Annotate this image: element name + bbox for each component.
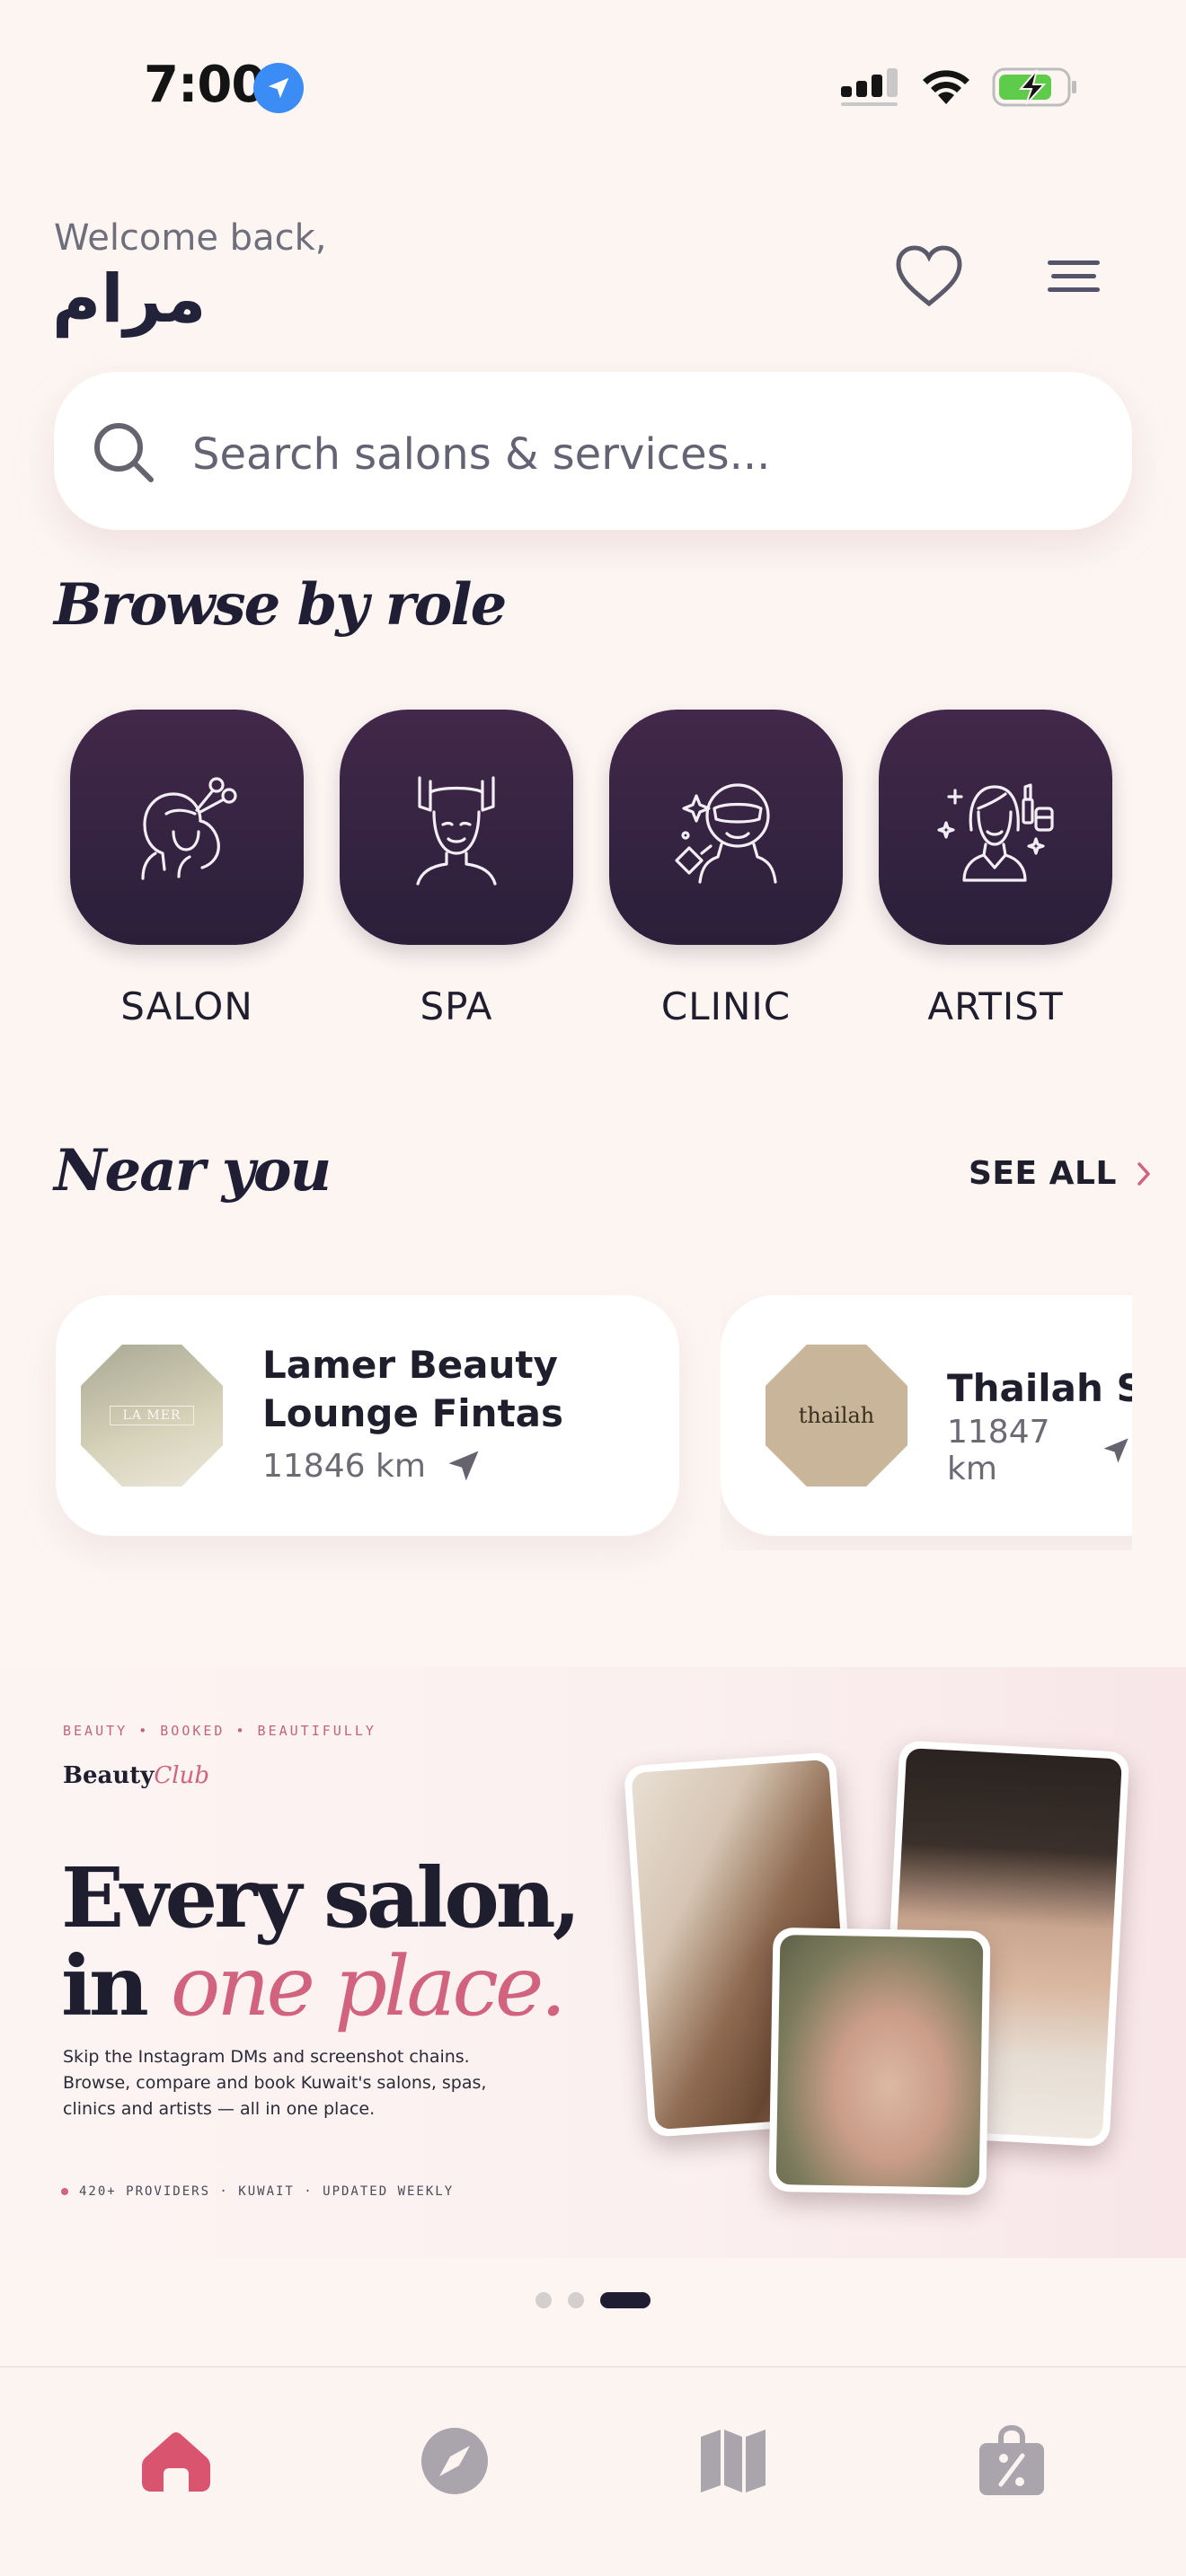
near-you-section-title: Near you	[54, 1137, 332, 1204]
logo-part-club: Club	[154, 1762, 209, 1789]
salon-distance: 11846 km	[262, 1446, 483, 1486]
banner-footer: 420+ PROVIDERS · KUWAIT · UPDATED WEEKLY	[61, 2184, 454, 2199]
map-icon	[701, 2430, 766, 2492]
hamburger-menu-icon	[1048, 260, 1100, 292]
role-label-artist: ARTIST	[927, 984, 1064, 1028]
location-arrow-icon	[253, 63, 304, 113]
role-tile-salon[interactable]	[70, 710, 304, 945]
role-tile-artist[interactable]	[879, 710, 1112, 945]
favorites-button[interactable]	[895, 244, 963, 309]
distance-value: 11846 km	[262, 1447, 426, 1485]
wifi-icon	[918, 65, 974, 110]
battery-charging-icon	[992, 66, 1078, 111]
pager-dot[interactable]	[568, 2292, 584, 2308]
banner-tagline: BEAUTY • BOOKED • BEAUTIFULLY	[63, 1723, 376, 1739]
role-label-clinic: CLINIC	[660, 984, 792, 1028]
cellular-signal-icon	[841, 66, 902, 110]
nails-photo-image	[775, 1935, 984, 2188]
search-input[interactable]	[192, 424, 1073, 485]
home-icon	[142, 2432, 210, 2492]
logo-part-beauty: Beauty	[63, 1762, 155, 1789]
role-tile-spa[interactable]	[340, 710, 573, 945]
discount-bag-icon	[979, 2425, 1044, 2495]
beauty-club-logo: BeautyClub	[63, 1762, 209, 1789]
spa-facial-icon	[416, 776, 497, 886]
banner-photo-nails	[768, 1927, 991, 2196]
banner-headline-line1: Every salon,	[61, 1849, 581, 1946]
see-all-link[interactable]: SEE ALL	[969, 1155, 1151, 1192]
banner-footer-text: 420+ PROVIDERS · KUWAIT · UPDATED WEEKLY	[79, 2184, 455, 2199]
status-time: 7:00	[144, 56, 266, 114]
headline-in: in	[61, 1937, 171, 2034]
salon-name: Thailah Sp	[947, 1366, 1132, 1410]
salon-name-line2: Lounge Fintas	[262, 1391, 563, 1435]
navigation-arrow-icon	[1103, 1438, 1128, 1463]
welcome-text: Welcome back,	[54, 217, 327, 259]
salon-distance: 11847 km	[947, 1414, 1132, 1487]
user-name: مرام	[52, 260, 207, 338]
distance-value: 11847 km	[947, 1414, 1050, 1487]
search-icon	[92, 420, 155, 487]
nav-home[interactable]	[133, 2418, 219, 2504]
pager-dot[interactable]	[535, 2292, 552, 2308]
nav-map[interactable]	[690, 2418, 776, 2504]
salon-logo: thailah	[766, 1345, 907, 1486]
salon-logo: LA MER	[81, 1345, 223, 1486]
pager-dot-active[interactable]	[600, 2292, 651, 2308]
browse-section-title: Browse by role	[54, 571, 507, 639]
compass-icon	[421, 2428, 488, 2494]
nav-explore[interactable]	[412, 2418, 498, 2504]
role-tile-clinic[interactable]	[609, 710, 843, 945]
role-label-salon: SALON	[120, 984, 253, 1028]
headline-accent: one place.	[170, 1938, 567, 2034]
banner-headline-line2: in one place.	[61, 1944, 567, 2029]
clinic-treatment-icon	[675, 783, 777, 884]
banner-description: Skip the Instagram DMs and screenshot ch…	[63, 2047, 487, 2119]
navigation-arrow-icon	[448, 1451, 479, 1481]
salon-logo-text: LA MER	[109, 1406, 195, 1425]
salon-card-clip: thailah Thailah Sp 11847 km	[721, 1290, 1132, 1550]
chevron-right-icon	[1137, 1161, 1150, 1186]
role-label-spa: SPA	[420, 984, 493, 1028]
salon-name-line1: Lamer Beauty	[262, 1343, 558, 1387]
heart-icon	[896, 245, 962, 307]
nav-offers[interactable]	[969, 2418, 1055, 2504]
salon-logo-text: thailah	[798, 1403, 875, 1428]
accent-dot	[61, 2188, 68, 2195]
see-all-label: SEE ALL	[969, 1155, 1117, 1192]
menu-button[interactable]	[1048, 259, 1103, 295]
makeup-artist-icon	[937, 783, 1054, 882]
salon-hairdresser-icon	[141, 777, 237, 880]
